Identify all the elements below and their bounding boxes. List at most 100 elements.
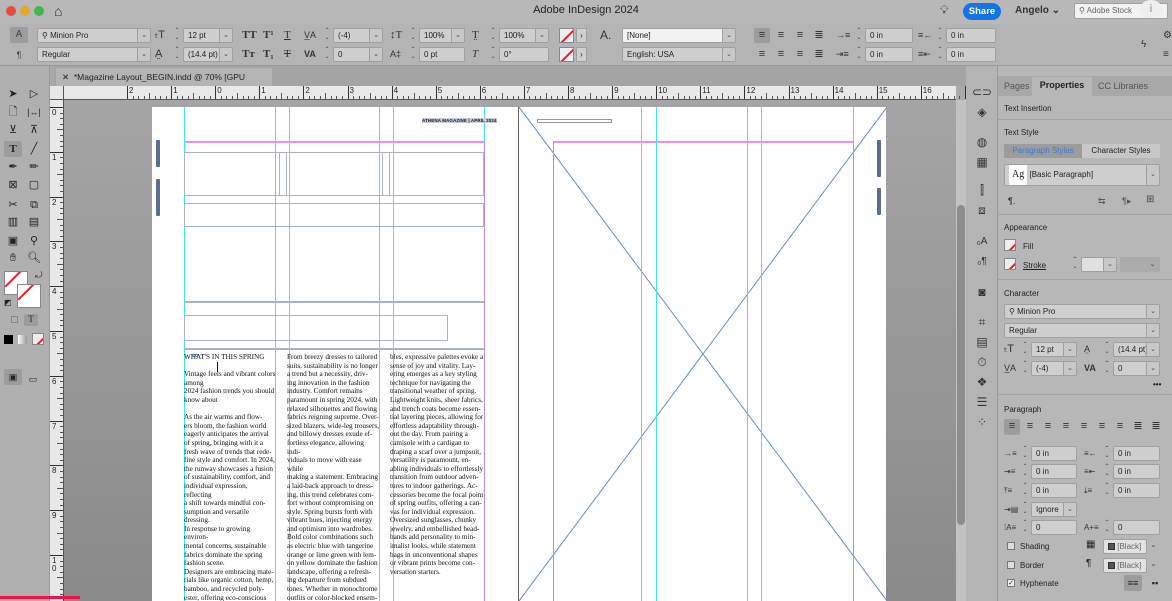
stroke-weight-field[interactable]: ⌄ bbox=[1081, 257, 1117, 272]
skew-stepper[interactable]: ⌃ ⌄ bbox=[488, 47, 498, 62]
type-tool-icon[interactable]: T bbox=[4, 141, 22, 157]
text-wrap-panel-icon[interactable]: ▤ bbox=[966, 332, 998, 352]
drop-cap-lines-stepper[interactable]: ⌃ ⌄ bbox=[1020, 520, 1030, 535]
first-line-indent-stepper[interactable]: ⌃ ⌄ bbox=[854, 47, 864, 62]
leading-field[interactable]: (14.4 pt) ⌄ bbox=[183, 47, 233, 62]
note-tool-icon[interactable]: ▣ bbox=[4, 233, 22, 249]
headline-frame[interactable] bbox=[184, 315, 448, 341]
apply-none-icon[interactable] bbox=[32, 333, 44, 345]
folio-header[interactable]: ATHENA MAGAZINE | APRIL 2024 bbox=[422, 118, 497, 123]
new-style-icon[interactable]: ⊞ bbox=[1146, 194, 1154, 205]
drop-cap-lines-field[interactable]: 0 bbox=[1031, 520, 1077, 535]
hyphenate-checkbox[interactable]: ✓ bbox=[1007, 579, 1015, 587]
free-transform-tool-icon[interactable]: ⧉ bbox=[25, 197, 43, 213]
vertical-scale-stepper[interactable]: ⌃ ⌄ bbox=[408, 28, 418, 43]
vertical-scale-field[interactable]: 100% ⌄ bbox=[419, 28, 465, 43]
single-column-button[interactable]: ≡≡ bbox=[1124, 575, 1142, 591]
align-left-button[interactable]: ≡ bbox=[1004, 419, 1020, 435]
first-line-indent-field[interactable]: 0 in bbox=[865, 47, 913, 62]
tracking-field[interactable]: 0 ⌄ bbox=[1113, 361, 1160, 376]
align-right-button[interactable]: ≡ bbox=[792, 28, 808, 43]
border-settings-icon[interactable]: ¶ bbox=[1086, 558, 1091, 569]
settings-gear-icon[interactable]: ⚙ bbox=[1163, 28, 1172, 43]
drop-cap-chars-field[interactable]: 0 bbox=[1113, 520, 1160, 535]
page-tool-icon[interactable]: 🗋︎ bbox=[4, 104, 22, 120]
align-towards-spine-button[interactable]: ≣ bbox=[1130, 419, 1146, 434]
colors-panel-icon[interactable]: ▦ bbox=[966, 152, 998, 172]
superscript-button[interactable]: T¹ bbox=[263, 28, 274, 43]
right-page[interactable] bbox=[518, 107, 887, 601]
paragraph-styles-panel-icon[interactable]: ₀¶ bbox=[966, 252, 998, 272]
space-after-field[interactable]: 0 in bbox=[1113, 483, 1160, 498]
shading-color-select[interactable]: [Black] bbox=[1103, 539, 1147, 554]
swap-fill-stroke-icon[interactable]: ⤾ bbox=[35, 270, 43, 281]
horizontal-ruler[interactable]: 21012345678910111213141516171 bbox=[64, 86, 1049, 100]
gradient-swatch-tool-icon[interactable]: ▥ bbox=[4, 214, 22, 230]
formatting-affects-text-icon[interactable]: T bbox=[24, 314, 38, 326]
small-caps-button[interactable]: Tт bbox=[242, 47, 255, 62]
clear-overrides-icon[interactable]: ¶. bbox=[1008, 196, 1015, 206]
first-line-indent-stepper[interactable]: ⌃ ⌄ bbox=[1020, 464, 1030, 479]
timing-panel-icon[interactable]: ⏱︎ bbox=[966, 352, 998, 372]
space-before-stepper[interactable]: ⌃ ⌄ bbox=[1020, 483, 1030, 498]
pathfinder-panel-icon[interactable]: ⧈ bbox=[966, 200, 998, 220]
space-before-field[interactable]: 0 in bbox=[1031, 483, 1077, 498]
transform-panel-icon[interactable]: ⌗ bbox=[966, 312, 998, 332]
bleed-handle[interactable] bbox=[877, 140, 881, 177]
justify-right-button[interactable]: ≡ bbox=[1094, 419, 1110, 434]
tab-paragraph-styles[interactable]: Paragraph Styles bbox=[1004, 144, 1082, 158]
text-frame[interactable] bbox=[184, 203, 484, 227]
tab-properties[interactable]: Properties bbox=[1032, 77, 1092, 96]
strikethrough-button[interactable]: T bbox=[284, 47, 291, 62]
align-away-spine-button[interactable]: ≣ bbox=[1148, 419, 1164, 434]
more-options-button[interactable]: ••• bbox=[1153, 380, 1161, 389]
line-tool-icon[interactable]: ╱ bbox=[25, 141, 43, 157]
effects-panel-icon[interactable]: ◙ bbox=[966, 282, 998, 302]
eyedropper-tool-icon[interactable]: ⚲ bbox=[25, 233, 43, 249]
font-family-select[interactable]: ⚲ Minion Pro ⌄ bbox=[37, 28, 151, 43]
baseline-shift-field[interactable]: 0 pt bbox=[419, 47, 465, 62]
kerning-stepper[interactable]: ⌃ ⌄ bbox=[322, 28, 332, 43]
horizontal-scale-field[interactable]: 100% ⌄ bbox=[499, 28, 549, 43]
span-columns-button[interactable]: ▪▪ bbox=[1146, 575, 1164, 591]
formatting-affects-container-icon[interactable] bbox=[11, 316, 18, 323]
border-checkbox[interactable] bbox=[1007, 561, 1015, 569]
justify-center-button[interactable]: ≡ bbox=[1076, 419, 1092, 434]
more-panels-icon[interactable]: ⁘ bbox=[966, 412, 998, 432]
tab-pages[interactable]: Pages bbox=[1004, 78, 1030, 95]
glyphs-panel-icon[interactable]: ☰ bbox=[966, 392, 998, 412]
vertical-ruler[interactable]: 0 1 2 3 4 5 6 7 8 9 10 bbox=[50, 100, 64, 601]
kerning-field[interactable]: (-4) ⌄ bbox=[1031, 361, 1077, 376]
bleed-handle[interactable] bbox=[156, 179, 160, 216]
right-indent-stepper[interactable]: ⌃ ⌄ bbox=[1102, 446, 1112, 461]
links-panel-icon[interactable]: ⊂⊃ bbox=[966, 82, 998, 102]
font-style-select[interactable]: Regular ⌄ bbox=[37, 47, 151, 62]
font-family-select[interactable]: ⚲ Minion Pro ⌄ bbox=[1004, 304, 1160, 319]
shading-settings-icon[interactable]: ▦ bbox=[1086, 539, 1095, 550]
default-fill-stroke-icon[interactable]: ◩ bbox=[4, 298, 12, 307]
content-placer-tool-icon[interactable]: ⊼ bbox=[25, 122, 43, 138]
close-tab-icon[interactable]: ✕ bbox=[62, 72, 69, 82]
gradient-feather-tool-icon[interactable]: ▤ bbox=[25, 214, 43, 230]
border-color-select[interactable]: [Black] bbox=[1103, 558, 1147, 573]
right-indent-field[interactable]: 0 in bbox=[946, 28, 996, 43]
chevron-down-icon[interactable]: ⌄ bbox=[1150, 559, 1157, 568]
stroke-none-swatch[interactable] bbox=[559, 47, 574, 62]
left-indent-field[interactable]: 0 in bbox=[1031, 446, 1077, 461]
first-line-indent-field[interactable]: 0 in bbox=[1031, 464, 1077, 479]
language-select[interactable]: English: USA ⌄ bbox=[622, 47, 736, 62]
leading-stepper[interactable]: ⌃ ⌄ bbox=[1102, 342, 1112, 357]
hand-tool-icon[interactable]: ✋︎ bbox=[4, 250, 22, 266]
chevron-right-icon[interactable]: › bbox=[576, 47, 587, 62]
body-text-column-1[interactable]: WHAT'S IN THIS SPRING Vintage feels and … bbox=[184, 353, 276, 601]
bleed-handle[interactable] bbox=[156, 140, 160, 167]
font-style-select[interactable]: Regular ⌄ bbox=[1004, 323, 1160, 338]
share-button[interactable]: Share bbox=[963, 3, 1001, 20]
align-center-button[interactable]: ≡ bbox=[773, 28, 789, 43]
tracking-stepper[interactable]: ⌃ ⌄ bbox=[322, 47, 332, 62]
selection-tool-icon[interactable]: ➤ bbox=[4, 86, 22, 102]
folio-placeholder-frame[interactable] bbox=[537, 119, 612, 123]
sync-styles-icon[interactable]: ⇆ bbox=[1098, 196, 1106, 207]
rectangle-tool-icon[interactable]: ▢ bbox=[25, 177, 43, 193]
drop-cap-chars-stepper[interactable]: ⌃ ⌄ bbox=[1102, 520, 1112, 535]
